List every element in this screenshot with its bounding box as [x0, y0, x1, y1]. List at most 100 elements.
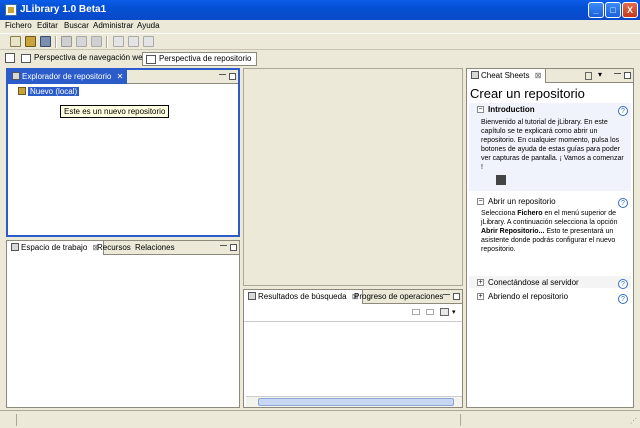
scrollbar-thumb[interactable] [258, 398, 454, 406]
results-tabstrip: Resultados de búsqueda ⊠ Progreso de ope… [244, 290, 462, 304]
view-menu-icon[interactable]: ▾ [452, 308, 456, 316]
help-icon[interactable]: ? [618, 198, 628, 208]
maximize-view-icon[interactable] [230, 244, 237, 251]
web-perspective-icon [21, 54, 31, 63]
save-as-icon[interactable] [76, 36, 87, 47]
step-connect-header: Conectándose al servidor [488, 278, 579, 287]
close-tab-icon[interactable]: ⊠ [535, 71, 542, 80]
tab-search-results[interactable]: Resultados de búsqueda ⊠ [244, 290, 364, 304]
tab-cheat-label: Cheat Sheets [481, 71, 530, 80]
save-all-icon[interactable] [91, 36, 102, 47]
tab-workspace[interactable]: Espacio de trabajo ⊠ [7, 241, 105, 255]
editor-area [243, 68, 463, 286]
perspective-repository[interactable]: Perspectiva de repositorio [142, 52, 257, 66]
cut-icon[interactable] [113, 36, 124, 47]
status-divider [16, 414, 17, 426]
title-bar: JLibrary 1.0 Beta1 _ □ X [0, 0, 640, 20]
intro-header: Introduction [488, 105, 535, 114]
tooltip: Este es un nuevo repositorio [60, 105, 170, 118]
status-bar: ⋰ [0, 410, 640, 428]
tab-explorer-label: Explorador de repositorio [22, 72, 112, 81]
toolbar-separator [106, 36, 108, 48]
intro-text: Bienvenido al tutorial de jLibrary. En e… [481, 119, 624, 171]
tree-node-label: Nuevo (local) [28, 87, 80, 96]
perspective-web-label: Perspectiva de navegación web [34, 53, 147, 62]
step-text-bold: Fichero [517, 210, 543, 217]
minimize-view-icon[interactable] [443, 293, 450, 295]
menu-administrar[interactable]: Administrar [93, 21, 133, 30]
perspective-web[interactable]: Perspectiva de navegación web [18, 52, 151, 66]
tab-resources[interactable]: Recursos [93, 241, 135, 255]
maximize-view-icon[interactable] [453, 293, 460, 300]
cheat-sheet-icon [471, 71, 479, 79]
save-icon[interactable] [61, 36, 72, 47]
cheat-sheet-title: Crear un repositorio [470, 86, 585, 101]
step-open-repository-text: Selecciona Fichero en el menú superior d… [481, 209, 626, 254]
close-tab-icon[interactable]: ✕ [117, 72, 124, 81]
close-button[interactable]: X [622, 2, 638, 18]
minimize-view-icon[interactable] [614, 72, 621, 74]
window-title: JLibrary 1.0 Beta1 [20, 4, 107, 15]
search-icon [248, 292, 256, 300]
tab-cheat-sheets[interactable]: Cheat Sheets ⊠ [467, 69, 547, 83]
step-opening-header: Abriendo el repositorio [488, 292, 569, 301]
explorer-icon [12, 72, 20, 80]
workspace-icon [11, 243, 19, 251]
tab-search-label: Resultados de búsqueda [258, 292, 347, 301]
status-divider [460, 414, 461, 426]
search-results-panel: Resultados de búsqueda ⊠ Progreso de ope… [243, 289, 463, 408]
tab-workspace-label: Espacio de trabajo [21, 243, 88, 252]
maximize-button[interactable]: □ [605, 2, 621, 18]
toolbar-separator [55, 36, 57, 48]
history-icon[interactable] [440, 308, 449, 316]
repository-perspective-icon [146, 55, 156, 64]
toolbar-action-icon[interactable] [585, 72, 592, 80]
tab-operation-progress[interactable]: Progreso de operaciones [350, 290, 447, 304]
expand-step-toggle[interactable]: + [477, 293, 484, 300]
expand-step-toggle[interactable]: + [477, 279, 484, 286]
perspective-repo-label: Perspectiva de repositorio [159, 54, 252, 63]
new-repository-icon[interactable] [10, 36, 21, 47]
view-menu-icon[interactable]: ▾ [598, 70, 602, 79]
maximize-view-icon[interactable] [229, 73, 236, 80]
minimize-button[interactable]: _ [588, 2, 604, 18]
workspace-panel: Espacio de trabajo ⊠ Recursos Relaciones [6, 240, 240, 408]
menu-ayuda[interactable]: Ayuda [137, 21, 160, 30]
minimize-view-icon[interactable] [220, 244, 227, 246]
explorer-tabstrip: Explorador de repositorio ✕ [8, 70, 238, 84]
remove-icon[interactable] [412, 309, 420, 315]
app-icon [5, 4, 17, 16]
maximize-view-icon[interactable] [624, 72, 631, 79]
perspective-bar: Perspectiva de navegación web Perspectiv… [0, 50, 640, 68]
menu-buscar[interactable]: Buscar [64, 21, 89, 30]
collapse-intro-toggle[interactable]: − [477, 106, 484, 113]
menu-fichero[interactable]: Fichero [5, 21, 32, 30]
resize-grip-icon[interactable]: ⋰ [630, 417, 637, 425]
toolbar [0, 33, 640, 50]
tab-repository-explorer[interactable]: Explorador de repositorio ✕ [8, 70, 128, 84]
help-icon[interactable]: ? [618, 106, 628, 116]
cheatsheet-tabstrip: Cheat Sheets ⊠ ▾ [467, 69, 633, 83]
tab-relations[interactable]: Relaciones [131, 241, 179, 255]
menu-bar: Fichero Editar Buscar Administrar Ayuda [0, 20, 640, 33]
step-text-bold: Abrir Repositorio... [481, 228, 545, 235]
remove-all-icon[interactable] [426, 309, 434, 315]
paste-icon[interactable] [143, 36, 154, 47]
collapse-step-toggle[interactable]: − [477, 198, 484, 205]
copy-icon[interactable] [128, 36, 139, 47]
step-text-part: Selecciona [481, 210, 518, 217]
tree-node-repository[interactable]: Nuevo (local) [18, 87, 80, 96]
open-perspective-icon[interactable] [5, 53, 15, 63]
repository-icon [18, 87, 26, 95]
divider [244, 321, 462, 322]
step-open-repository-header: Abrir un repositorio [488, 197, 556, 206]
help-icon[interactable]: ? [618, 279, 628, 289]
workspace-tabstrip: Espacio de trabajo ⊠ Recursos Relaciones [7, 241, 239, 255]
start-icon[interactable] [496, 175, 506, 185]
minimize-view-icon[interactable] [219, 73, 226, 75]
open-repository-icon[interactable] [25, 36, 36, 47]
help-icon[interactable]: ? [618, 294, 628, 304]
menu-editar[interactable]: Editar [37, 21, 58, 30]
connect-icon[interactable] [40, 36, 51, 47]
horizontal-scrollbar[interactable] [246, 396, 462, 407]
